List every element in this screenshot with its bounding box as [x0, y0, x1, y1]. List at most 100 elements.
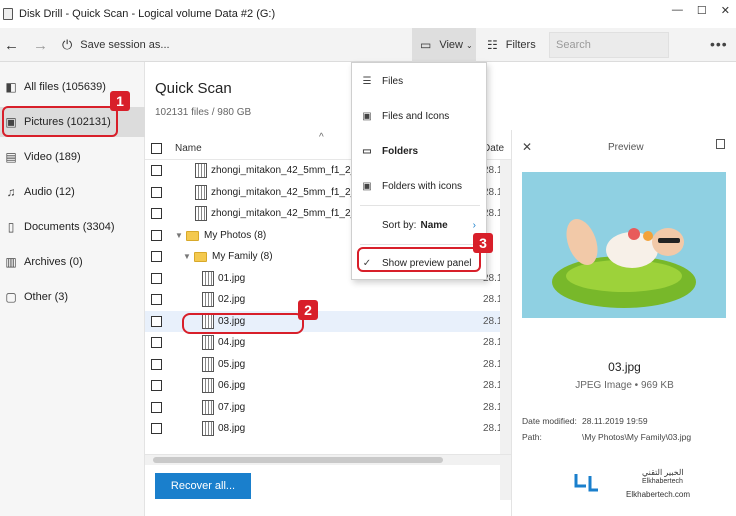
row-checkbox[interactable] [151, 337, 162, 348]
menu-item-label: Files and Icons [382, 110, 450, 122]
scan-summary: 102131 files / 980 GB [155, 107, 252, 118]
row-checkbox[interactable] [151, 165, 162, 176]
image-file-icon [202, 399, 214, 415]
row-checkbox[interactable] [151, 208, 162, 219]
filters-button[interactable]: ☷ Filters [487, 28, 536, 62]
copy-icon[interactable] [716, 139, 725, 149]
folder-icon [194, 252, 207, 262]
sidebar-item-archives[interactable]: ▥ Archives (0) [0, 247, 145, 277]
sidebar-item-other[interactable]: ▢ Other (3) [0, 282, 145, 312]
preview-title: Preview [608, 142, 644, 153]
menu-divider [360, 244, 480, 245]
menu-item-label: Folders with icons [382, 180, 463, 192]
table-row[interactable]: 07.jpg 28.1 [145, 397, 502, 419]
row-checkbox[interactable] [151, 358, 162, 370]
baby-photo [522, 172, 726, 318]
file-name: My Photos (8) [204, 229, 267, 241]
sidebar-item-video[interactable]: ▤ Video (189) [0, 142, 145, 172]
image-file-icon [202, 292, 214, 307]
date-modified-value: 28.11.2019 19:59 [582, 416, 648, 426]
expand-caret-icon[interactable]: ▼ [175, 231, 183, 240]
close-icon[interactable]: ✕ [522, 140, 532, 154]
menu-item-label: Sort by: [382, 219, 417, 231]
path-value: \My Photos\My Family\03.jpg [582, 432, 692, 442]
vertical-scrollbar[interactable] [500, 160, 511, 500]
file-name: 02.jpg [218, 294, 246, 305]
menu-item-files-and-icons[interactable]: ▣ Files and Icons [352, 99, 486, 133]
table-row[interactable]: 05.jpg 28.1 [145, 354, 502, 376]
forward-arrow-icon[interactable]: → [33, 28, 48, 62]
row-checkbox[interactable] [151, 229, 162, 241]
image-file-icon [202, 335, 214, 350]
watermark-latin: Elkhabertech [642, 478, 683, 485]
row-checkbox[interactable] [151, 315, 162, 327]
minimize-icon[interactable]: — [672, 4, 683, 17]
other-icon: ▢ [5, 290, 17, 304]
select-all-checkbox[interactable] [151, 143, 162, 154]
row-checkbox[interactable] [151, 401, 162, 413]
row-checkbox[interactable] [151, 294, 162, 305]
table-row[interactable]: 06.jpg 28.1 [145, 375, 502, 397]
row-checkbox[interactable] [151, 423, 162, 434]
list-icon: ☰ [362, 75, 372, 87]
row-checkbox[interactable] [151, 272, 162, 284]
sidebar-item-label: All files (105639) [24, 81, 106, 93]
view-button[interactable]: ▭ View ⌄ [412, 28, 476, 62]
file-name: 05.jpg [218, 358, 246, 370]
filters-label: Filters [505, 39, 536, 51]
menu-item-files[interactable]: ☰ Files [352, 64, 486, 98]
table-row[interactable]: 08.jpg 28.1 [145, 418, 502, 440]
toolbar: ← → ⏻ Save session as... ▭ View ⌄ ☷ Filt… [0, 28, 736, 62]
column-name[interactable]: Name [175, 143, 202, 154]
pictures-highlight [2, 106, 118, 137]
table-row[interactable]: 04.jpg 28.1 [145, 332, 502, 354]
all-files-icon: ◧ [5, 80, 17, 94]
preview-panel: ✕ Preview 03.jpg JPEG Image • 969 KB Dat… [511, 130, 736, 516]
save-session-label: Save session as... [80, 39, 170, 51]
app-icon [3, 8, 13, 20]
folder-icon: ▭ [420, 38, 432, 52]
scroll-thumb[interactable] [153, 457, 443, 463]
menu-divider [360, 205, 480, 206]
step-badge-2: 2 [298, 300, 318, 320]
close-icon[interactable]: ✕ [721, 4, 730, 17]
preview-file-type: JPEG Image • 969 KB [575, 380, 674, 391]
expand-caret-icon[interactable]: ▼ [183, 252, 191, 261]
image-file-icon [202, 270, 214, 286]
music-note-icon: ♫ [6, 185, 16, 199]
menu-item-folders-with-icons[interactable]: ▣ Folders with icons [352, 169, 486, 203]
chevron-right-icon: › [472, 219, 476, 231]
row-checkbox[interactable] [151, 380, 162, 391]
image-file-icon [195, 184, 207, 200]
horizontal-scrollbar[interactable] [145, 454, 511, 465]
menu-item-label: Folders [382, 145, 419, 157]
page-title: Quick Scan [155, 80, 232, 97]
folder-icon [186, 230, 199, 241]
menu-item-label: Files [382, 75, 404, 87]
more-options-icon[interactable]: ••• [710, 36, 728, 52]
save-session-button[interactable]: ⏻ Save session as... [62, 28, 170, 62]
sidebar-item-label: Other (3) [24, 291, 69, 303]
sliders-icon: ☷ [487, 38, 498, 52]
sidebar-item-audio[interactable]: ♫ Audio (12) [0, 177, 145, 207]
row-checkbox[interactable] [151, 186, 162, 198]
sidebar-item-label: Video (189) [24, 151, 81, 163]
back-arrow-icon[interactable]: ← [4, 28, 19, 62]
sidebar-item-documents[interactable]: ▯ Documents (3304) [0, 212, 145, 242]
sort-by-value: Name [420, 219, 448, 231]
table-row[interactable]: 02.jpg 28.1 [145, 289, 502, 311]
image-list-icon: ▣ [362, 110, 372, 122]
menu-item-sort-by[interactable]: Sort by: Name › [352, 208, 486, 242]
file-03-highlight [182, 313, 304, 334]
menu-item-folders[interactable]: ▭ Folders [352, 134, 486, 168]
power-icon: ⏻ [62, 37, 73, 52]
recover-all-button[interactable]: Recover all... [155, 473, 251, 499]
row-checkbox[interactable] [151, 251, 162, 262]
maximize-icon[interactable]: ☐ [697, 4, 707, 17]
file-name: 04.jpg [218, 337, 246, 348]
watermark-logo [574, 474, 598, 492]
preview-file-name: 03.jpg [608, 360, 641, 374]
watermark-site: Elkhabertech.com [626, 490, 691, 499]
image-file-icon [202, 378, 214, 393]
search-input[interactable]: Search [549, 32, 669, 58]
